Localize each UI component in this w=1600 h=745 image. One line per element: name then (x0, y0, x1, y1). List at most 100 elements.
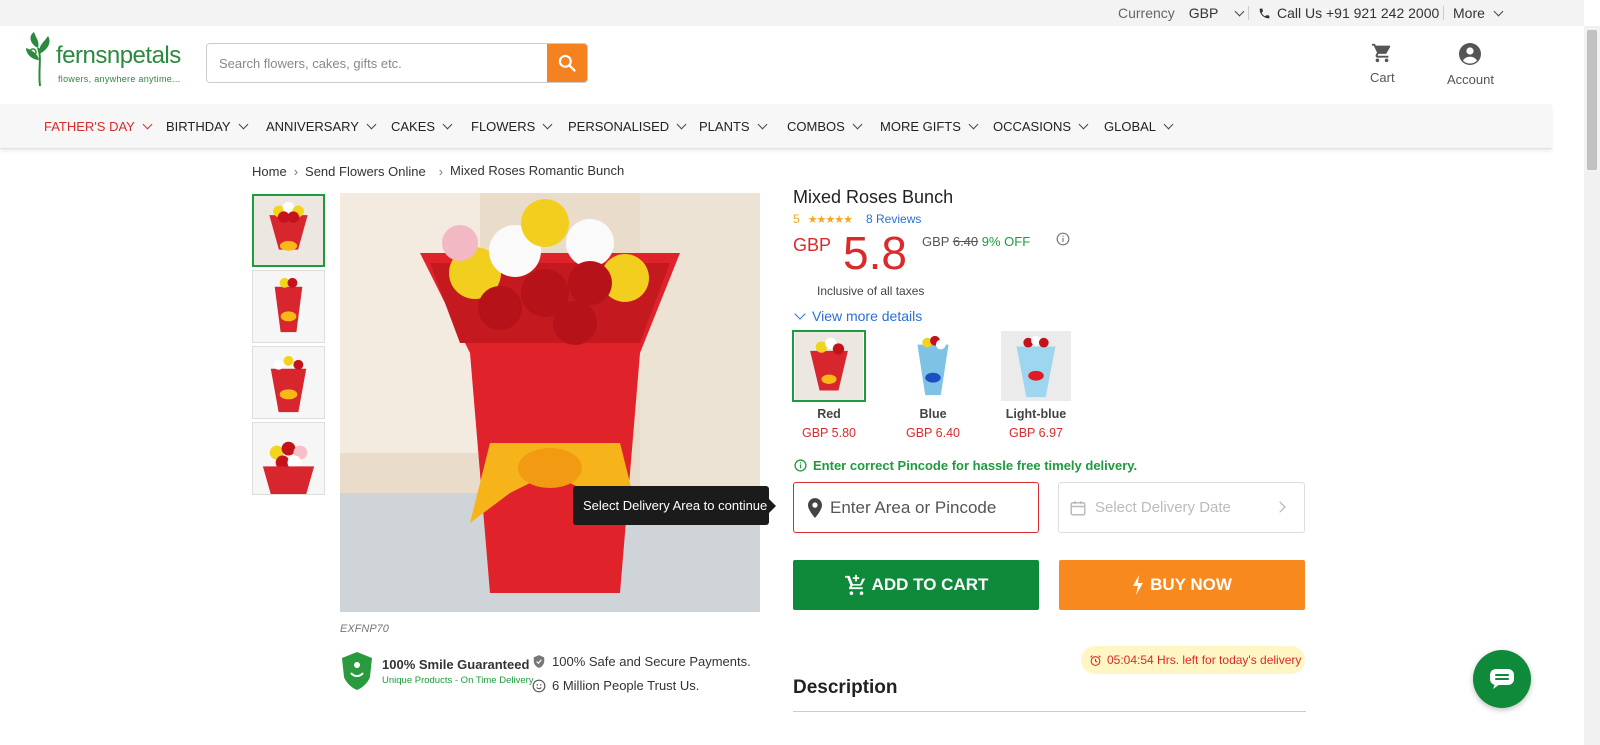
variant-image (896, 330, 970, 402)
phone-icon (1259, 8, 1270, 18)
rating-value: 5 (793, 212, 800, 226)
breadcrumb-home[interactable]: Home (252, 164, 287, 179)
chevron-down-icon (852, 119, 863, 130)
reviews-link[interactable]: 8 Reviews (866, 212, 921, 226)
product-title: Mixed Roses Bunch (793, 187, 954, 207)
chevron-down-icon (1234, 6, 1245, 16)
chevron-down-icon (757, 119, 768, 130)
nav-item-label: FLOWERS (471, 119, 536, 134)
chevron-down-icon (542, 119, 553, 130)
search-button[interactable] (547, 44, 587, 82)
variant-name: Light-blue (1005, 407, 1067, 421)
scrollbar-thumb[interactable] (1587, 30, 1597, 170)
variant-blue[interactable]: Blue GBP 6.40 (896, 330, 970, 440)
call-us-link[interactable]: Call Us +91 921 242 2000 (1258, 5, 1439, 21)
category-nav: FATHER'S DAY BIRTHDAY ANNIVERSARY CAKES … (0, 104, 1552, 149)
chevron-down-icon (1163, 119, 1174, 130)
site-header: fernsnpetals flowers, anywhere anytime..… (0, 26, 1584, 104)
nav-item-label: FATHER'S DAY (44, 119, 135, 134)
chat-icon (1490, 669, 1514, 689)
price-info-icon[interactable] (1056, 232, 1070, 251)
original-price-currency: GBP (922, 234, 950, 249)
nav-item-birthday[interactable]: BIRTHDAY (166, 119, 248, 134)
view-more-label: View more details (812, 308, 923, 324)
logo[interactable]: fernsnpetals flowers, anywhere anytime..… (24, 30, 189, 90)
nav-item-personalised[interactable]: PERSONALISED (568, 119, 687, 134)
logo-tagline: flowers, anywhere anytime... (58, 74, 181, 84)
chevron-down-icon (366, 119, 377, 130)
add-to-cart-label: ADD TO CART (871, 575, 989, 594)
top-utility-bar: Currency GBP Call Us +91 921 242 2000 Mo… (0, 0, 1584, 26)
variant-light-blue[interactable]: Light-blue GBP 6.97 (999, 330, 1073, 440)
nav-item-global[interactable]: GLOBAL (1104, 119, 1174, 134)
smile-title: 100% Smile Guaranteed (382, 656, 530, 672)
product-main-image[interactable] (340, 193, 760, 612)
calendar-icon (1070, 500, 1086, 515)
nav-item-flowers[interactable]: FLOWERS (471, 119, 553, 134)
breadcrumb-current: Mixed Roses Romantic Bunch (450, 163, 625, 178)
chevron-down-icon (238, 119, 248, 130)
buy-now-button[interactable]: BUY NOW (1059, 560, 1305, 610)
call-us-label: Call Us +91 921 242 2000 (1277, 5, 1440, 21)
chevron-down-icon (142, 119, 153, 130)
account-button[interactable]: Account (1447, 42, 1494, 87)
info-icon (794, 459, 807, 472)
smiley-icon (532, 679, 546, 692)
delivery-timer-text: 05:04:54 Hrs. left for today's delivery (1107, 653, 1302, 667)
page-scrollbar[interactable] (1584, 26, 1600, 745)
bouquet-thumbnail-image (253, 423, 324, 494)
currency-value: GBP (1188, 5, 1219, 21)
divider (793, 711, 1306, 712)
variant-price: GBP 6.97 (1009, 426, 1063, 440)
security-shield-icon (533, 655, 545, 668)
variant-red[interactable]: Red GBP 5.80 (792, 330, 866, 440)
search-bar (206, 43, 588, 83)
cart-button[interactable]: Cart (1370, 42, 1395, 85)
product-thumbnail[interactable] (252, 422, 325, 495)
account-label: Account (1447, 72, 1494, 87)
view-more-details-link[interactable]: View more details (794, 308, 923, 324)
currency-selector[interactable]: Currency GBP (1118, 5, 1245, 21)
search-input[interactable] (207, 44, 547, 82)
nav-item-plants[interactable]: PLANTS (699, 119, 768, 134)
chat-button[interactable] (1473, 650, 1531, 708)
add-to-cart-button[interactable]: ADD TO CART (793, 560, 1039, 610)
more-menu[interactable]: More (1453, 5, 1504, 21)
pincode-field (793, 482, 1039, 533)
more-label: More (1453, 5, 1485, 21)
location-pin-icon (808, 497, 822, 518)
people-trust: 6 Million People Trust Us. (532, 678, 699, 693)
bouquet-thumbnail-image (253, 347, 324, 418)
original-price-value: 6.40 (952, 234, 979, 249)
divider (1248, 6, 1249, 20)
product-thumbnail[interactable] (252, 346, 325, 419)
description-heading: Description (793, 677, 898, 698)
product-thumbnail[interactable] (252, 270, 325, 343)
nav-item-fathers-day[interactable]: FATHER'S DAY (44, 119, 153, 134)
price-currency: GBP (793, 235, 832, 255)
bouquet-thumbnail-image (254, 196, 323, 265)
discount-badge: 9% OFF (981, 234, 1031, 249)
nav-item-label: PLANTS (699, 119, 750, 134)
breadcrumb-send-flowers[interactable]: Send Flowers Online (305, 164, 426, 179)
nav-item-occasions[interactable]: OCCASIONS (993, 119, 1089, 134)
price-value: 5.8 (843, 227, 907, 279)
chevron-down-icon (442, 119, 453, 130)
people-trust-label: 6 Million People Trust Us. (552, 678, 700, 693)
pincode-input[interactable] (830, 497, 1030, 518)
nav-item-label: OCCASIONS (993, 119, 1072, 134)
delivery-timer-badge: 05:04:54 Hrs. left for today's delivery (1081, 646, 1305, 674)
product-sku: EXFNP70 (340, 623, 389, 635)
nav-item-anniversary[interactable]: ANNIVERSARY (266, 119, 377, 134)
delivery-date-field[interactable]: Select Delivery Date (1058, 482, 1305, 533)
delivery-date-placeholder: Select Delivery Date (1095, 499, 1231, 516)
logo-brand: fernsnpetals (56, 42, 181, 69)
search-icon (558, 54, 576, 72)
product-thumbnail[interactable] (252, 194, 325, 267)
cart-icon (1372, 43, 1391, 63)
nav-item-more-gifts[interactable]: MORE GIFTS (880, 119, 979, 134)
nav-item-cakes[interactable]: CAKES (391, 119, 453, 134)
nav-item-combos[interactable]: COMBOS (787, 119, 863, 134)
account-icon (1459, 43, 1482, 65)
bouquet-thumbnail-image (253, 271, 324, 342)
